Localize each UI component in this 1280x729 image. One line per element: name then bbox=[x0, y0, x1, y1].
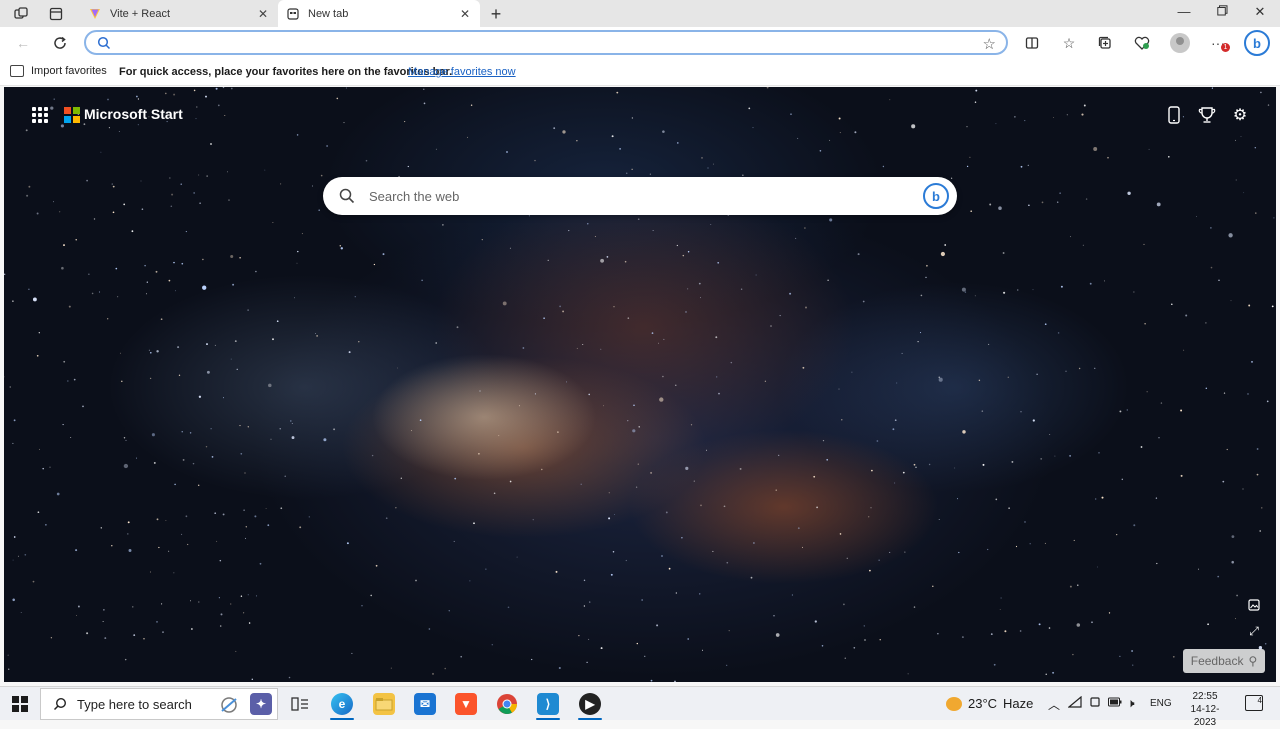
app-launcher-icon[interactable] bbox=[32, 107, 48, 123]
notification-count: 4 bbox=[1257, 696, 1262, 705]
bing-chat-icon[interactable]: b bbox=[923, 183, 949, 209]
workspaces-icon[interactable] bbox=[12, 5, 30, 23]
search-icon bbox=[339, 188, 355, 204]
web-search-input[interactable] bbox=[369, 186, 889, 206]
tab-new-tab[interactable]: New tab ✕ bbox=[278, 0, 480, 27]
web-search-box[interactable]: b bbox=[323, 177, 957, 215]
image-info-icon[interactable] bbox=[1246, 597, 1262, 613]
feedback-icon: ⚲ bbox=[1248, 654, 1258, 668]
browser-toolbar: ← ☆ ☆ ··· b bbox=[0, 27, 1280, 59]
favorites-icon[interactable]: ☆ bbox=[1059, 33, 1079, 53]
meet-now-icon[interactable] bbox=[1089, 696, 1101, 711]
copilot-icon[interactable]: b bbox=[1244, 30, 1270, 56]
maximize-icon[interactable] bbox=[1211, 4, 1233, 22]
feedback-label: Feedback bbox=[1190, 654, 1244, 668]
import-favorites-label: Import favorites bbox=[31, 65, 107, 77]
profile-avatar[interactable] bbox=[1170, 33, 1190, 53]
brand-title[interactable]: Microsoft Start bbox=[84, 106, 183, 122]
import-icon bbox=[10, 65, 24, 77]
clock-date: 14-12-2023 bbox=[1190, 704, 1220, 728]
chevron-up-icon[interactable]: ︿ bbox=[1048, 696, 1060, 713]
edge-browser-icon[interactable]: e bbox=[331, 693, 353, 715]
windows-start-icon[interactable] bbox=[12, 696, 28, 712]
tab-title: Vite + React bbox=[110, 7, 171, 20]
address-input[interactable] bbox=[116, 34, 966, 52]
split-screen-icon[interactable] bbox=[1022, 33, 1042, 53]
vscode-icon[interactable]: ⟩ bbox=[537, 693, 559, 715]
clock-time: 22:55 bbox=[1192, 691, 1218, 702]
weather-temp: 23°C bbox=[968, 696, 998, 711]
notification-badge: 1 bbox=[1221, 43, 1230, 52]
satellite-app-icon[interactable]: ✦ bbox=[250, 693, 272, 715]
settings-gear-icon[interactable]: ⚙ bbox=[1230, 105, 1250, 125]
tab-strip: Vite + React ✕ New tab ✕ + — ✕ bbox=[0, 0, 1280, 27]
feedback-button[interactable]: Feedback ⚲ bbox=[1183, 649, 1265, 673]
favorites-bar-message: For quick access, place your favorites h… bbox=[119, 66, 453, 78]
favorites-bar: Import favorites For quick access, place… bbox=[0, 59, 1280, 86]
close-icon[interactable]: ✕ bbox=[256, 7, 270, 21]
language-indicator[interactable]: ENG bbox=[1150, 698, 1172, 709]
tab-title: New tab bbox=[308, 7, 349, 20]
windows-taskbar: Type here to search ✦ e ✉ ▼ ⟩ ▶ 23°C Haz… bbox=[0, 686, 1280, 728]
task-view-icon[interactable] bbox=[289, 693, 311, 715]
new-tab-page: Microsoft Start ⚙ b ⤢ Feedback ⚲ bbox=[4, 87, 1276, 682]
expand-icon[interactable]: ⤢ bbox=[1246, 623, 1262, 639]
close-window-icon[interactable]: ✕ bbox=[1249, 4, 1271, 22]
newtab-icon bbox=[286, 7, 300, 21]
battery-icon[interactable] bbox=[1108, 696, 1122, 710]
media-player-icon[interactable]: ▶ bbox=[579, 693, 601, 715]
volume-icon[interactable]: 🕨 bbox=[1127, 696, 1135, 711]
satellite-widget-icon[interactable] bbox=[218, 693, 240, 715]
microsoft-logo-icon bbox=[64, 107, 80, 123]
minimize-icon[interactable]: — bbox=[1173, 4, 1195, 22]
chrome-browser-icon[interactable] bbox=[496, 693, 518, 715]
search-icon bbox=[97, 36, 111, 50]
close-icon[interactable]: ✕ bbox=[458, 7, 472, 21]
collections-icon[interactable] bbox=[1095, 33, 1115, 53]
search-icon bbox=[53, 697, 67, 711]
vite-icon bbox=[88, 7, 102, 21]
rewards-icon[interactable] bbox=[1197, 105, 1217, 125]
system-clock[interactable]: 22:55 14-12-2023 bbox=[1180, 690, 1230, 729]
wifi-icon[interactable] bbox=[1067, 695, 1082, 711]
weather-widget[interactable]: 23°C Haze bbox=[946, 696, 1033, 711]
mail-icon[interactable]: ✉ bbox=[414, 693, 436, 715]
taskbar-search-placeholder: Type here to search bbox=[77, 696, 192, 712]
weather-condition: Haze bbox=[1003, 696, 1034, 711]
import-favorites-button[interactable]: Import favorites bbox=[10, 65, 107, 77]
taskbar-search[interactable]: Type here to search bbox=[40, 688, 278, 720]
browser-essentials-icon[interactable] bbox=[1132, 33, 1152, 53]
brave-browser-icon[interactable]: ▼ bbox=[455, 693, 477, 715]
mobile-icon[interactable] bbox=[1164, 105, 1184, 125]
action-center-icon[interactable]: 4 bbox=[1245, 695, 1263, 711]
manage-favorites-link[interactable]: Manage favorites now bbox=[408, 66, 516, 78]
haze-weather-icon bbox=[946, 696, 962, 711]
favorite-star-icon[interactable]: ☆ bbox=[983, 35, 996, 53]
address-bar[interactable]: ☆ bbox=[84, 30, 1008, 55]
tab-vite-react[interactable]: Vite + React ✕ bbox=[80, 0, 278, 27]
refresh-icon[interactable] bbox=[50, 33, 70, 53]
new-tab-button[interactable]: + bbox=[486, 4, 506, 25]
tab-actions-icon[interactable] bbox=[47, 5, 65, 23]
back-icon[interactable]: ← bbox=[13, 33, 33, 53]
file-explorer-icon[interactable] bbox=[373, 693, 395, 715]
